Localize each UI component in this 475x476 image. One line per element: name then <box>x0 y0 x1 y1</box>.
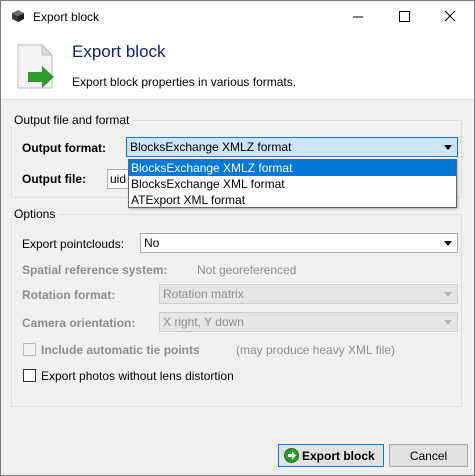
tiepoints-label: Include automatic tie points <box>41 343 200 357</box>
export-photos-label[interactable]: Export photos without lens distortion <box>41 369 234 383</box>
header-subtitle: Export block properties in various forma… <box>72 75 297 89</box>
rotation-format-select: Rotation matrix <box>159 284 458 304</box>
chevron-down-icon <box>444 241 452 246</box>
output-format-dropdown-list: BlocksExchange XMLZ format BlocksExchang… <box>128 159 457 208</box>
output-format-value: BlocksExchange XMLZ format <box>130 140 292 154</box>
pointclouds-value: No <box>144 236 160 250</box>
window-title: Export block <box>33 10 100 24</box>
tiepoints-checkbox <box>23 343 36 356</box>
export-block-button[interactable]: Export block <box>278 444 384 467</box>
export-go-icon <box>284 448 299 463</box>
pointclouds-label: Export pointclouds: <box>22 237 125 251</box>
title-bar: Export block <box>1 1 474 32</box>
rotation-format-label: Rotation format: <box>22 288 116 302</box>
chevron-down-icon <box>444 292 452 297</box>
tiepoints-note: (may produce heavy XML file) <box>236 343 395 357</box>
pointclouds-select[interactable]: No <box>140 233 458 253</box>
maximize-icon <box>399 11 410 22</box>
output-format-label: Output format: <box>22 141 106 155</box>
close-icon <box>444 10 456 22</box>
export-block-label: Export block <box>302 449 375 463</box>
chevron-down-icon <box>444 320 452 325</box>
dialog-header: Export block Export block properties in … <box>1 32 474 100</box>
export-photos-checkbox[interactable] <box>23 369 36 382</box>
format-option[interactable]: BlocksExchange XML format <box>129 176 456 192</box>
output-format-select[interactable]: BlocksExchange XMLZ format <box>126 137 458 157</box>
maximize-button[interactable] <box>381 1 427 32</box>
options-group-title: Options <box>11 207 59 221</box>
export-block-dialog: Export block Export block Export block p… <box>0 0 475 476</box>
output-file-value: uid <box>110 172 127 186</box>
camera-orientation-select: X right, Y down <box>159 312 458 332</box>
minimize-button[interactable] <box>335 1 381 32</box>
srs-value: Not georeferenced <box>197 263 297 277</box>
srs-label: Spatial reference system: <box>22 263 168 277</box>
format-option[interactable]: BlocksExchange XMLZ format <box>129 160 456 176</box>
output-file-label: Output file: <box>22 172 86 186</box>
header-title: Export block <box>72 42 166 61</box>
rotation-format-value: Rotation matrix <box>163 287 244 301</box>
app-cube-icon <box>12 10 24 22</box>
close-button[interactable] <box>427 1 473 32</box>
minimize-icon <box>353 16 363 18</box>
format-option[interactable]: ATExport XML format <box>129 192 456 208</box>
chevron-down-icon <box>444 145 452 150</box>
output-group-title: Output file and format <box>11 113 133 127</box>
cancel-button[interactable]: Cancel <box>389 444 468 467</box>
camera-orientation-label: Camera orientation: <box>22 316 136 330</box>
document-export-arrow-icon <box>17 43 54 89</box>
camera-orientation-value: X right, Y down <box>163 315 244 329</box>
